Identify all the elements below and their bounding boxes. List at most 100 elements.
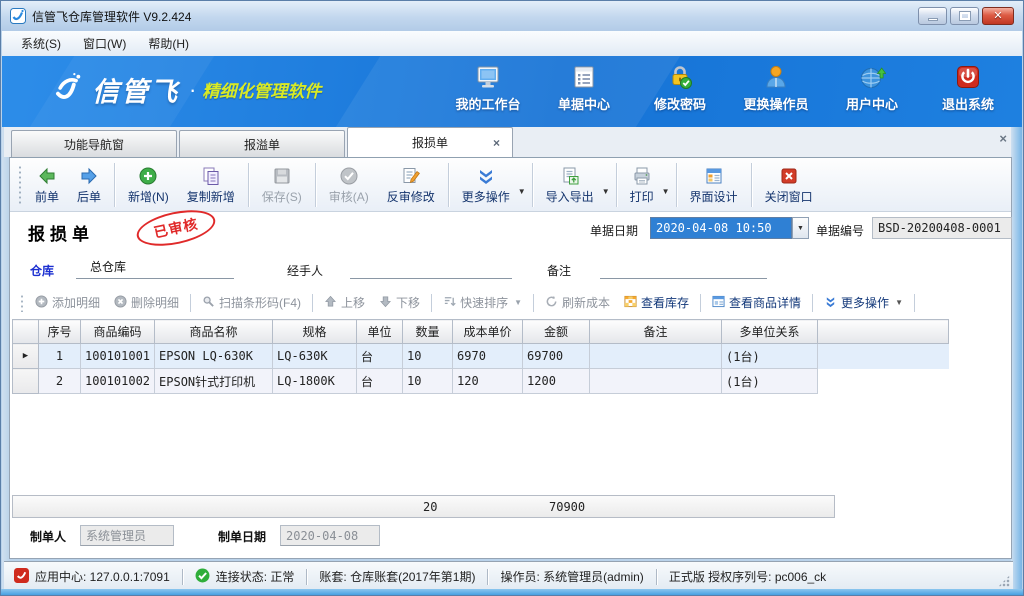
close-window-button[interactable]: 关闭窗口 <box>756 162 822 207</box>
cell[interactable]: 100101002 <box>81 369 155 394</box>
column-header[interactable]: 单位 <box>357 320 403 344</box>
cell[interactable]: 2 <box>39 369 81 394</box>
view-product-detail-label: 查看商品详情 <box>729 294 801 311</box>
copy-new-button[interactable]: 复制新增 <box>178 162 244 207</box>
cell[interactable]: 1 <box>39 344 81 369</box>
tab-function-nav[interactable]: 功能导航窗 <box>11 130 177 157</box>
change-password-button[interactable]: 修改密码 <box>642 64 718 113</box>
cell[interactable]: 1200 <box>523 369 590 394</box>
cell[interactable]: 100101001 <box>81 344 155 369</box>
toolbar-separator <box>751 163 752 207</box>
menu-window[interactable]: 窗口(W) <box>72 32 137 55</box>
cell[interactable] <box>590 344 722 369</box>
row-selector[interactable]: ▶ <box>13 344 39 369</box>
cell[interactable]: LQ-1800K <box>273 369 357 394</box>
license-status: 正式版 授权序列号: pc006_ck <box>669 568 826 585</box>
unaudit-button[interactable]: 反审修改 <box>378 162 444 207</box>
exit-system-button[interactable]: 退出系统 <box>930 64 1006 113</box>
resize-grip[interactable] <box>998 575 1010 587</box>
more-actions-button[interactable]: 更多操作 ▼ <box>453 162 528 207</box>
menu-system[interactable]: 系统(S) <box>10 32 72 55</box>
row-selector[interactable] <box>13 369 39 394</box>
tab-label: 功能导航窗 <box>64 136 124 153</box>
add-detail-icon <box>35 295 48 311</box>
cell[interactable] <box>590 369 722 394</box>
cell[interactable]: 台 <box>357 344 403 369</box>
note-field[interactable] <box>600 258 767 279</box>
maximize-button[interactable] <box>950 7 979 25</box>
cell[interactable]: EPSON LQ-630K <box>155 344 273 369</box>
maker-label: 制单人 <box>30 528 66 545</box>
save-button: 保存(S) <box>253 162 311 207</box>
cell[interactable]: (1台) <box>722 369 818 394</box>
cell[interactable]: 120 <box>453 369 523 394</box>
import-export-button[interactable]: 导入导出 ▼ <box>537 162 612 207</box>
next-doc-button[interactable]: 后单 <box>68 162 110 207</box>
switch-operator-button[interactable]: 更换操作员 <box>738 64 814 113</box>
exit-system-icon <box>955 64 981 90</box>
window-right-border <box>1011 127 1022 589</box>
column-header[interactable]: 规格 <box>273 320 357 344</box>
doc-date-field[interactable]: 2020-04-08 10:50 <box>650 217 792 239</box>
menu-help[interactable]: 帮助(H) <box>137 32 200 55</box>
column-header[interactable]: 序号 <box>39 320 81 344</box>
add-new-button[interactable]: 新增(N) <box>119 162 178 207</box>
cell[interactable]: (1台) <box>722 344 818 369</box>
view-stock-icon <box>624 295 637 311</box>
cell[interactable]: LQ-630K <box>273 344 357 369</box>
view-stock-button[interactable]: 查看库存 <box>617 291 696 314</box>
grid-header-row: 序号商品编码商品名称规格单位数量成本单价金额备注多单位关系 <box>13 320 949 344</box>
table-row[interactable]: 2100101002EPSON针式打印机LQ-1800K台101201200 (1… <box>13 369 949 394</box>
move-up-button: 上移 <box>317 291 372 314</box>
view-product-detail-button[interactable]: 查看商品详情 <box>705 291 808 314</box>
print-label: 打印 <box>630 188 654 205</box>
status-separator <box>656 569 657 585</box>
column-header[interactable]: 金额 <box>523 320 590 344</box>
cell[interactable]: 6970 <box>453 344 523 369</box>
cell[interactable]: 69700 <box>523 344 590 369</box>
toolbar-grip <box>18 165 22 205</box>
refresh-cost-label: 刷新成本 <box>562 294 610 311</box>
workbench-button[interactable]: 我的工作台 <box>450 64 526 113</box>
dropdown-caret-icon: ▼ <box>514 298 522 307</box>
column-header[interactable]: 商品名称 <box>155 320 273 344</box>
move-down-label: 下移 <box>396 294 420 311</box>
brand-name: 信管飞 <box>92 70 179 109</box>
close-button[interactable]: ✕ <box>982 7 1014 25</box>
handler-label: 经手人 <box>287 262 323 279</box>
table-row[interactable]: ▶1100101001EPSON LQ-630KLQ-630K台10697069… <box>13 344 949 369</box>
minimize-button[interactable] <box>918 7 947 25</box>
tab-close-icon[interactable]: × <box>493 136 500 150</box>
handler-field[interactable] <box>350 258 512 279</box>
column-header[interactable]: 备注 <box>590 320 722 344</box>
cell[interactable]: 10 <box>403 369 453 394</box>
tab-overflow-order[interactable]: 报溢单 <box>179 130 345 157</box>
tab-loss-order[interactable]: 报损单 × <box>347 127 513 157</box>
cell[interactable]: EPSON针式打印机 <box>155 369 273 394</box>
date-dropdown-button[interactable]: ▼ <box>792 217 809 239</box>
column-header[interactable]: 数量 <box>403 320 453 344</box>
total-amount: 70900 <box>549 500 585 514</box>
tabstrip-close-icon[interactable]: × <box>999 131 1007 146</box>
prev-doc-button[interactable]: 前单 <box>26 162 68 207</box>
document-center-button[interactable]: 单据中心 <box>546 64 622 113</box>
warehouse-label[interactable]: 仓库 <box>30 262 54 279</box>
column-header[interactable]: 多单位关系 <box>722 320 818 344</box>
dropdown-caret-icon: ▼ <box>518 187 526 196</box>
column-header[interactable]: 成本单价 <box>453 320 523 344</box>
brand-logo-icon <box>50 71 84 108</box>
cell[interactable]: 台 <box>357 369 403 394</box>
column-header[interactable]: 商品编码 <box>81 320 155 344</box>
print-button[interactable]: 打印 ▼ <box>621 162 672 207</box>
made-date-label: 制单日期 <box>218 528 266 545</box>
add-new-icon <box>138 165 158 186</box>
user-center-button[interactable]: 用户中心 <box>834 64 910 113</box>
refresh-cost-button: 刷新成本 <box>538 291 617 314</box>
warehouse-field[interactable]: 总仓库 <box>76 258 234 279</box>
ui-design-button[interactable]: 界面设计 <box>681 162 747 207</box>
account-status: 账套: 仓库账套(2017年第1期) <box>319 568 475 585</box>
detail-more-actions-button[interactable]: 更多操作 ▼ <box>817 291 910 314</box>
switch-operator-icon <box>763 64 789 90</box>
cell[interactable]: 10 <box>403 344 453 369</box>
dropdown-caret-icon: ▼ <box>662 187 670 196</box>
